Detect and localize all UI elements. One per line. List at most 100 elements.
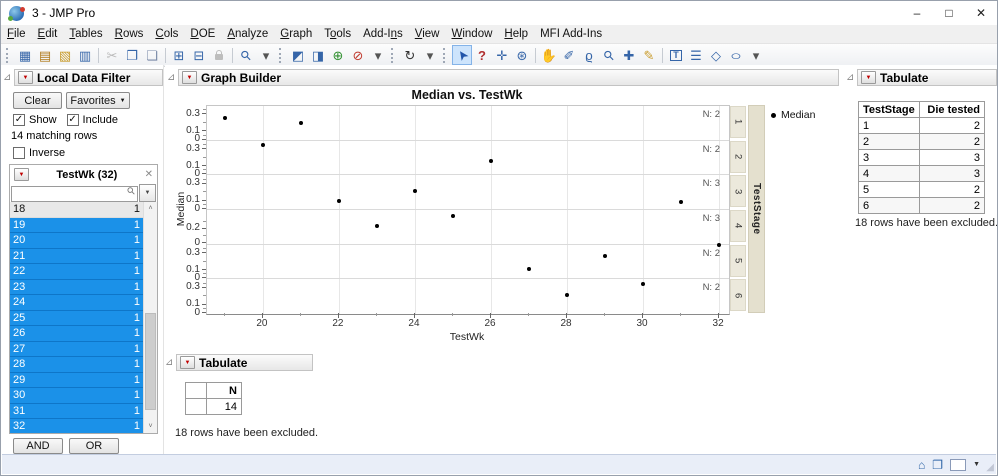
- clear-button[interactable]: Clear: [13, 92, 62, 109]
- crosshair-tool-icon[interactable]: ✛: [492, 45, 512, 65]
- maximize-button[interactable]: □: [933, 1, 965, 25]
- lasso-tool-icon[interactable]: ϱ: [579, 45, 599, 65]
- analyze-overflow-icon[interactable]: ▾: [368, 45, 388, 65]
- preview-box-button[interactable]: [950, 459, 966, 471]
- polygon-annotation-icon[interactable]: ◇: [706, 45, 726, 65]
- home-icon[interactable]: ⌂: [918, 459, 925, 471]
- paste-icon[interactable]: ❏: [142, 45, 162, 65]
- menu-item-window[interactable]: Window: [446, 28, 499, 40]
- annotate-plus-tool-icon[interactable]: ✚: [619, 45, 639, 65]
- data-point[interactable]: [603, 254, 607, 258]
- data-point[interactable]: [223, 116, 227, 120]
- line-annotation-icon[interactable]: ☰: [686, 45, 706, 65]
- filter-row[interactable]: 201: [10, 233, 143, 249]
- filter-row[interactable]: 191: [10, 218, 143, 234]
- filter-list-scrollbar[interactable]: ˄ ˅: [143, 202, 157, 433]
- red-triangle-menu-icon[interactable]: ▼: [861, 71, 876, 84]
- filter-row[interactable]: 221: [10, 264, 143, 280]
- menu-item-rows[interactable]: Rows: [109, 28, 150, 40]
- filter-row[interactable]: 181: [10, 202, 143, 218]
- menu-item-view[interactable]: View: [409, 28, 446, 40]
- or-button[interactable]: OR: [69, 438, 119, 454]
- text-annotation-icon[interactable]: T: [666, 45, 686, 65]
- show-checkbox[interactable]: [13, 114, 25, 126]
- plot-area[interactable]: N: 2N: 2N: 3N: 3N: 2N: 2: [206, 105, 730, 315]
- search-icon[interactable]: ⚲: [236, 45, 256, 65]
- oval-annotation-icon[interactable]: ○: [726, 45, 746, 65]
- distribution-icon[interactable]: ◨: [308, 45, 328, 65]
- resize-grip-icon[interactable]: ◢: [986, 462, 994, 473]
- file-overflow-icon[interactable]: ▾: [256, 45, 276, 65]
- cut-icon[interactable]: ✂: [102, 45, 122, 65]
- save-icon[interactable]: ▥: [75, 45, 95, 65]
- include-checkbox[interactable]: [67, 114, 79, 126]
- scrollbar-track[interactable]: [144, 215, 157, 420]
- data-point[interactable]: [337, 199, 341, 203]
- data-point[interactable]: [413, 189, 417, 193]
- open-icon[interactable]: ▧: [55, 45, 75, 65]
- close-icon[interactable]: ✕: [145, 169, 153, 180]
- grabber-tool-icon[interactable]: ⊛: [512, 45, 532, 65]
- filter-row[interactable]: 301: [10, 388, 143, 404]
- red-triangle-menu-icon[interactable]: ▼: [18, 71, 33, 84]
- filter-row[interactable]: 251: [10, 311, 143, 327]
- filter-row[interactable]: 271: [10, 342, 143, 358]
- filter-row[interactable]: 261: [10, 326, 143, 342]
- exclude-icon[interactable]: ⊘: [348, 45, 368, 65]
- window-switch-icon[interactable]: ❐: [932, 459, 943, 471]
- collapse-triangle-icon[interactable]: ⊿: [3, 73, 14, 83]
- filter-row[interactable]: 231: [10, 280, 143, 296]
- data-point[interactable]: [527, 267, 531, 271]
- menu-item-help[interactable]: Help: [498, 28, 534, 40]
- close-button[interactable]: ✕: [965, 1, 997, 25]
- scroll-down-icon[interactable]: ˅: [144, 420, 157, 433]
- menu-item-cols[interactable]: Cols: [149, 28, 184, 40]
- menu-item-tables[interactable]: Tables: [63, 28, 108, 40]
- new-data-table-icon[interactable]: ▦: [15, 45, 35, 65]
- red-triangle-menu-icon[interactable]: ▼: [14, 168, 29, 181]
- journal-preview-icon[interactable]: ⊞: [169, 45, 189, 65]
- lock-icon[interactable]: [209, 45, 229, 65]
- new-journal-icon[interactable]: ▤: [35, 45, 55, 65]
- menu-item-file[interactable]: File: [1, 28, 32, 40]
- data-point[interactable]: [299, 121, 303, 125]
- magnifier-tool-icon[interactable]: ⚲: [599, 45, 619, 65]
- help-tool-icon[interactable]: ?: [472, 45, 492, 65]
- scrollbar-thumb[interactable]: [145, 313, 156, 409]
- graph-builder-icon[interactable]: ◩: [288, 45, 308, 65]
- menu-item-add-ins[interactable]: Add-Ins: [357, 28, 409, 40]
- annotate-overflow-icon[interactable]: ▾: [746, 45, 766, 65]
- data-point[interactable]: [641, 282, 645, 286]
- filter-search-input[interactable]: [11, 186, 138, 202]
- menu-item-graph[interactable]: Graph: [274, 28, 318, 40]
- red-triangle-menu-icon[interactable]: ▼: [180, 356, 195, 369]
- fit-y-by-x-icon[interactable]: ⊕: [328, 45, 348, 65]
- collapse-triangle-icon[interactable]: ⊿: [165, 358, 176, 368]
- spin-tool-icon[interactable]: ↻: [400, 45, 420, 65]
- minimize-button[interactable]: –: [901, 1, 933, 25]
- scroll-up-icon[interactable]: ˄: [144, 202, 157, 215]
- brush-tool-icon[interactable]: ✐: [559, 45, 579, 65]
- view-overflow-icon[interactable]: ▾: [420, 45, 440, 65]
- data-point[interactable]: [679, 200, 683, 204]
- data-point[interactable]: [451, 214, 455, 218]
- copy-icon[interactable]: ❐: [122, 45, 142, 65]
- menu-item-tools[interactable]: Tools: [318, 28, 357, 40]
- status-dropdown-icon[interactable]: ▼: [973, 461, 980, 468]
- data-point[interactable]: [261, 143, 265, 147]
- filter-row[interactable]: 291: [10, 373, 143, 389]
- pen-tool-icon[interactable]: ✎: [639, 45, 659, 65]
- data-point[interactable]: [565, 293, 569, 297]
- filter-row[interactable]: 321: [10, 419, 143, 433]
- hand-tool-icon[interactable]: ✋: [539, 45, 559, 65]
- menu-item-edit[interactable]: Edit: [32, 28, 64, 40]
- menu-item-analyze[interactable]: Analyze: [221, 28, 274, 40]
- menu-item-mfi-add-ins[interactable]: MFI Add-Ins: [534, 28, 608, 40]
- and-button[interactable]: AND: [13, 438, 63, 454]
- data-point[interactable]: [489, 159, 493, 163]
- filter-search-options-button[interactable]: ▼: [139, 184, 156, 202]
- filter-row[interactable]: 311: [10, 404, 143, 420]
- layout-icon[interactable]: ⊟: [189, 45, 209, 65]
- inverse-checkbox[interactable]: [13, 147, 25, 159]
- data-point[interactable]: [375, 224, 379, 228]
